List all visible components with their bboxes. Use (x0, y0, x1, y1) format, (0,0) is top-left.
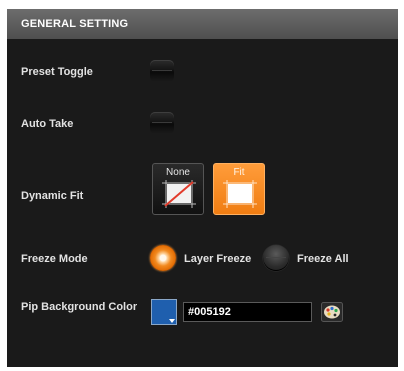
preset-toggle-label: Preset Toggle (21, 66, 93, 78)
dynamic-fit-none-label: None (166, 167, 190, 178)
preset-toggle-switch[interactable] (150, 60, 174, 82)
pip-background-color-label: Pip Background Color (21, 301, 138, 313)
no-fit-icon (162, 180, 196, 208)
panel-header: GENERAL SETTING (7, 9, 398, 39)
pip-color-swatch[interactable] (151, 299, 177, 325)
dynamic-fit-fit-label: Fit (233, 167, 245, 178)
freeze-all-label: Freeze All (297, 253, 349, 265)
auto-take-switch[interactable] (150, 112, 174, 134)
color-palette-icon[interactable] (321, 302, 343, 322)
swatch-dropdown-arrow-icon (169, 319, 175, 323)
layer-freeze-radio[interactable] (150, 245, 176, 271)
pip-color-hex-input[interactable] (183, 302, 312, 322)
auto-take-label: Auto Take (21, 118, 74, 130)
general-setting-panel: GENERAL SETTING Preset Toggle Auto Take … (7, 9, 398, 367)
dynamic-fit-fit-button[interactable]: Fit (213, 163, 265, 215)
layer-freeze-label: Layer Freeze (184, 253, 252, 265)
freeze-mode-label: Freeze Mode (21, 253, 88, 265)
dynamic-fit-none-button[interactable]: None (152, 163, 204, 215)
freeze-all-radio[interactable] (263, 245, 289, 271)
fit-icon (223, 180, 257, 208)
dynamic-fit-label: Dynamic Fit (21, 190, 84, 202)
